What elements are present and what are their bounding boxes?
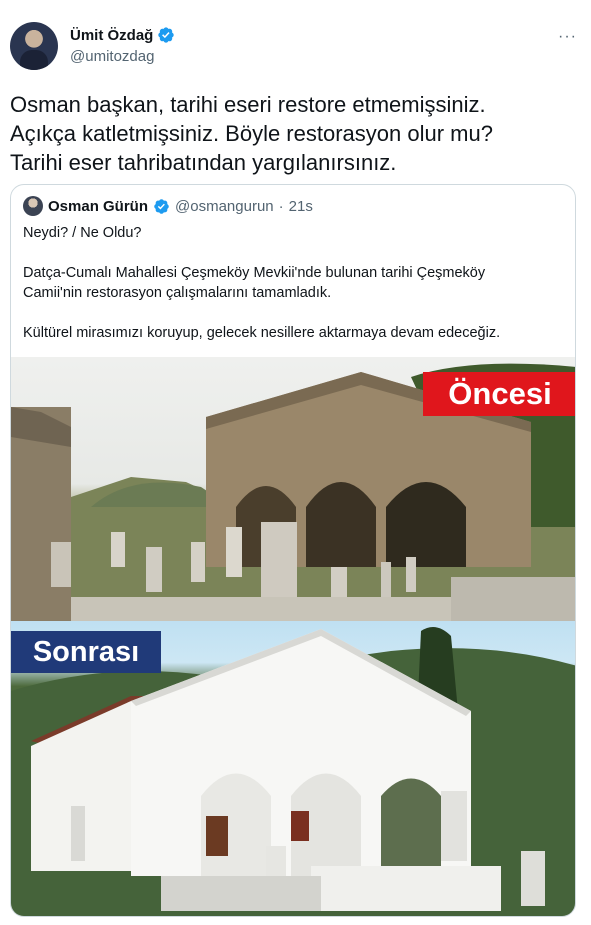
quoted-author-avatar (23, 196, 43, 216)
tweet-text: Osman başkan, tarihi eseri restore etmem… (10, 90, 581, 177)
quoted-author-name: Osman Gürün (48, 197, 149, 215)
quoted-author-handle: @osmangurun (175, 197, 274, 215)
quoted-text-line: Datça-Cumalı Mahallesi Çeşmeköy Mevkii'n… (23, 265, 486, 281)
tweet-header: Ümit Özdağ @umitozdag ··· (10, 20, 581, 74)
after-photo[interactable]: Sonrası (11, 621, 575, 916)
quoted-text-line: Neydi? / Ne Oldu? (23, 225, 142, 241)
before-label: Öncesi (423, 372, 575, 416)
verified-badge-icon (154, 198, 169, 214)
tweet-text-line: Tarihi eser tahribatından yargılanırsını… (10, 150, 397, 175)
quoted-text-line: Kültürel mirasımızı koruyup, gelecek nes… (23, 325, 501, 341)
author-avatar[interactable] (10, 22, 58, 70)
tweet-text-line: Açıkça katletmişsiniz. Böyle restorasyon… (10, 121, 493, 146)
quoted-tweet-header: Osman Gürün @osmangurun · 21s (23, 196, 313, 216)
author-name-row[interactable]: Ümit Özdağ (70, 26, 175, 44)
before-photo[interactable]: Öncesi (11, 357, 575, 621)
after-label: Sonrası (11, 631, 161, 673)
tweet-text-line: Osman başkan, tarihi eseri restore etmem… (10, 92, 486, 117)
quoted-text-line: Camii'nin restorasyon çalışmalarını tama… (23, 285, 332, 301)
quoted-timestamp: 21s (288, 197, 313, 215)
verified-badge-icon (158, 27, 175, 43)
quoted-tweet-text: Neydi? / Ne Oldu? Datça-Cumalı Mahallesi… (23, 223, 563, 363)
more-options-icon[interactable]: ··· (558, 28, 577, 46)
quoted-tweet-card[interactable]: Osman Gürün @osmangurun · 21s Neydi? / N… (10, 184, 576, 917)
author-handle[interactable]: @umitozdag (70, 48, 154, 65)
separator-dot: · (278, 197, 284, 215)
author-display-name[interactable]: Ümit Özdağ (70, 27, 153, 44)
